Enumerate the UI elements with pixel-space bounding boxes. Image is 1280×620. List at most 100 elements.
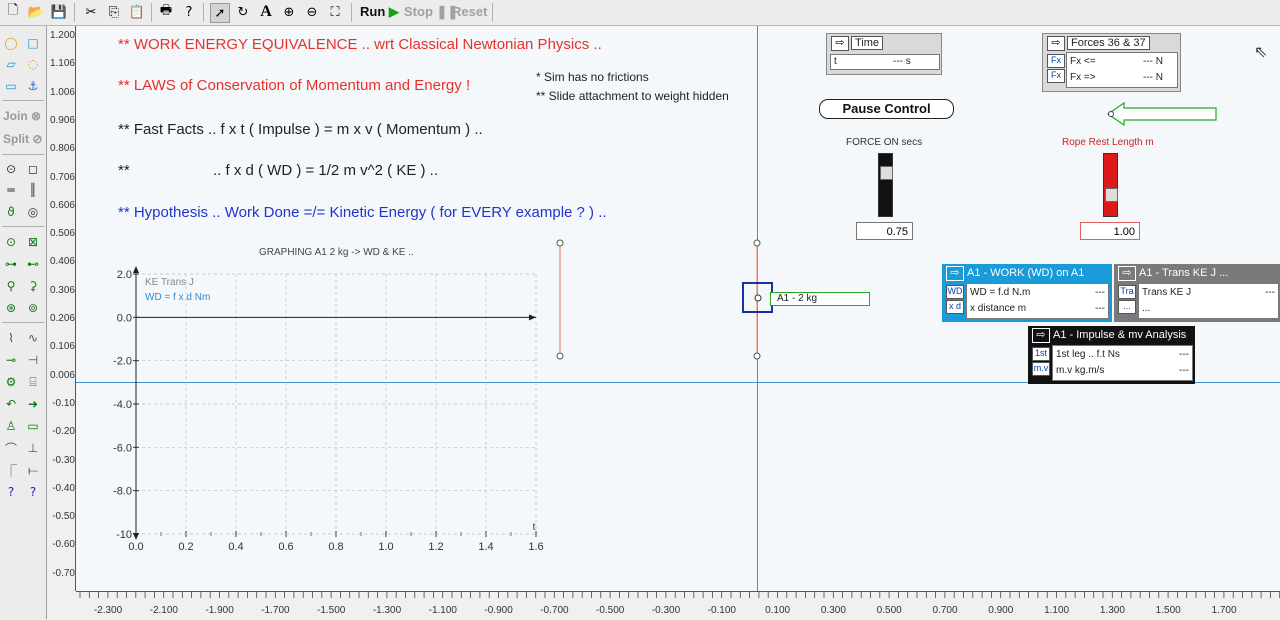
help-icon[interactable]: ? xyxy=(180,3,198,21)
mv-value: --- xyxy=(1179,365,1189,376)
horizontal-ruler-ticks xyxy=(79,592,1280,598)
linear-spring-icon[interactable]: ⊣ xyxy=(24,352,42,368)
force-icon[interactable]: ➜ xyxy=(24,396,42,412)
horizontal-ruler-tick: -1.100 xyxy=(428,605,457,616)
palette-divider xyxy=(2,226,44,227)
new-file-icon[interactable]: 🗋 xyxy=(4,3,22,21)
time-meter[interactable]: ⇨ Time t --- s xyxy=(826,33,942,75)
copy-icon[interactable]: ⎘ xyxy=(105,3,123,21)
person-icon[interactable]: ♙ xyxy=(2,418,20,434)
spring-icon[interactable]: ⊶ xyxy=(2,256,20,272)
horizontal-ruler-tick: -0.100 xyxy=(707,605,736,616)
arrow-right-icon: ⇨ xyxy=(1032,328,1050,343)
circular-slot-icon[interactable]: ◎ xyxy=(24,204,42,220)
vertical-slot-icon[interactable]: ║ xyxy=(24,182,42,198)
force-on-value[interactable]: 0.75 xyxy=(856,222,913,240)
impulse-label: 1st leg .. f.t Ns xyxy=(1056,349,1120,360)
force-right-label: Fx => xyxy=(1070,72,1096,83)
print-icon[interactable]: 🖶 xyxy=(157,3,175,21)
text-tool-icon[interactable]: A xyxy=(257,3,275,21)
curve-icon[interactable]: ⌒ xyxy=(2,440,20,456)
forces-meter[interactable]: ⇨ Forces 36 & 37 Fx Fx Fx <= --- N Fx =>… xyxy=(1042,33,1181,92)
y-axis-arrowhead-bottom xyxy=(133,533,139,540)
work-fields: WD = f.d N.m --- x distance m --- xyxy=(966,283,1109,319)
cut-icon[interactable]: ✂ xyxy=(82,3,100,21)
rope-rest-value[interactable]: 1.00 xyxy=(1080,222,1140,240)
split-button[interactable]: Split ⊘ xyxy=(3,132,42,146)
actuator-icon[interactable]: ⊚ xyxy=(24,300,42,316)
zoom-fit-icon[interactable]: ⛶ xyxy=(326,3,344,21)
separator-icon[interactable]: ⊥ xyxy=(24,440,42,456)
square-point-icon[interactable]: ◻ xyxy=(24,161,42,177)
impulse-meter[interactable]: ⇨ A1 - Impulse & mv Analysis 1st m.v 1st… xyxy=(1028,326,1195,384)
horizontal-slot-icon[interactable]: ═ xyxy=(2,182,20,198)
button-element-icon[interactable]: ▭ xyxy=(24,418,42,434)
ke-meter[interactable]: ⇨ A1 - Trans KE J ... Tra ... Trans KE J… xyxy=(1114,264,1280,322)
meter-icon[interactable]: ⌸ xyxy=(24,374,42,390)
stop-label: Stop xyxy=(404,4,433,19)
motor-icon[interactable]: ⊛ xyxy=(2,300,20,316)
paste-icon[interactable]: 📋 xyxy=(128,3,146,21)
line-icon[interactable]: ⟝ xyxy=(24,462,42,478)
point-element-icon[interactable]: ⊙ xyxy=(2,161,20,177)
work-meter[interactable]: ⇨ A1 - WORK (WD) on A1 WD x d WD = f.d N… xyxy=(942,264,1112,322)
force-right-value: --- N xyxy=(1143,72,1163,83)
vertical-ruler-tick: 0.206 xyxy=(49,313,75,324)
arrow-right-icon: ⇨ xyxy=(1047,36,1065,51)
palette-divider xyxy=(2,100,44,101)
rectangle-body-icon[interactable]: ▭ xyxy=(2,78,20,94)
reset-button[interactable]: Reset xyxy=(452,4,487,19)
rigid-joint-icon[interactable]: ⊠ xyxy=(24,234,42,250)
pulley-icon[interactable]: ⎾ xyxy=(2,462,20,478)
force-on-slider-thumb[interactable] xyxy=(880,166,893,180)
rope-rest-slider-thumb[interactable] xyxy=(1105,187,1118,202)
arrow-right-icon: ⇨ xyxy=(946,266,964,281)
rod-icon[interactable]: ⚲ xyxy=(2,278,20,294)
force-arrow[interactable] xyxy=(1106,101,1218,127)
spring-element-icon[interactable]: ⌇ xyxy=(2,330,20,346)
force-left-value: --- N xyxy=(1143,56,1163,67)
x-tick-label: 1.2 xyxy=(428,541,443,553)
join-button[interactable]: Join ⊗ xyxy=(3,109,41,123)
fx-tag: Fx xyxy=(1047,54,1065,68)
vertical-ruler[interactable]: 1.200 1.106 1.006 0.906 0.806 0.706 0.606 0.506… xyxy=(47,26,76,591)
arrow-right-icon: ⇨ xyxy=(831,36,849,51)
vertical-ruler-tick: -0.40 xyxy=(52,482,75,494)
query-icon[interactable]: ? xyxy=(2,484,20,500)
heading-conservation: ** LAWS of Conservation of Momentum and … xyxy=(118,77,471,94)
zoom-out-icon[interactable]: ⊖ xyxy=(303,3,321,21)
curved-slot-icon[interactable]: ϑ xyxy=(2,204,20,220)
gear-icon[interactable]: ⚙ xyxy=(2,374,20,390)
stop-button[interactable]: Stop ❚❚ xyxy=(404,4,458,20)
anchor-icon[interactable]: ⚓ xyxy=(24,78,42,94)
wave-spring-icon[interactable]: ∿ xyxy=(24,330,42,346)
ke-meter-header: A1 - Trans KE J ... xyxy=(1139,267,1229,279)
save-icon[interactable]: 💾 xyxy=(50,3,68,21)
rope-rest-slider[interactable] xyxy=(1103,153,1118,217)
rope-icon[interactable]: ⚳ xyxy=(24,278,42,294)
pause-control-button[interactable]: Pause Control xyxy=(819,99,954,119)
toolbar: 🗋 📂 💾 ✂ ⎘ 📋 🖶 ? ➚ ↻ A ⊕ ⊖ ⛶ Run ▶ Stop ❚… xyxy=(0,0,1280,26)
damper-icon[interactable]: ⊷ xyxy=(24,256,42,272)
horizontal-ruler-tick: -1.300 xyxy=(372,605,402,616)
pin-joint-icon[interactable]: ⊙ xyxy=(2,234,20,250)
polygon-body-icon[interactable]: ⏥ xyxy=(2,56,20,72)
rotate-icon[interactable]: ↻ xyxy=(234,3,252,21)
torque-icon[interactable]: ↶ xyxy=(2,396,20,412)
query-alt-icon[interactable]: ? xyxy=(24,484,42,500)
pointer-arrow-icon[interactable]: ➚ xyxy=(210,3,230,23)
y-tick-label: -6.0 xyxy=(113,442,132,454)
curved-body-icon[interactable]: ◌ xyxy=(24,56,42,72)
zoom-in-icon[interactable]: ⊕ xyxy=(280,3,298,21)
ke-fields: Trans KE J --- ... xyxy=(1138,283,1279,319)
horizontal-ruler-tick: 0.900 xyxy=(988,605,1014,616)
square-body-icon[interactable]: □ xyxy=(24,35,42,51)
circle-body-icon[interactable]: ◯ xyxy=(2,35,20,51)
linear-damper-icon[interactable]: ⊸ xyxy=(2,352,20,368)
open-folder-icon[interactable]: 📂 xyxy=(27,3,45,21)
workspace-canvas[interactable]: ** WORK ENERGY EQUIVALENCE .. wrt Classi… xyxy=(76,26,1280,591)
run-button[interactable]: Run ▶ xyxy=(360,4,399,20)
fast-facts-work: .. f x d ( WD ) = 1/2 m v^2 ( KE ) .. xyxy=(213,162,438,179)
force-on-slider[interactable] xyxy=(878,153,893,217)
horizontal-ruler[interactable]: -2.300 -2.100 -1.900 -1.700 -1.500 -1.300 -1.1… xyxy=(76,591,1280,620)
